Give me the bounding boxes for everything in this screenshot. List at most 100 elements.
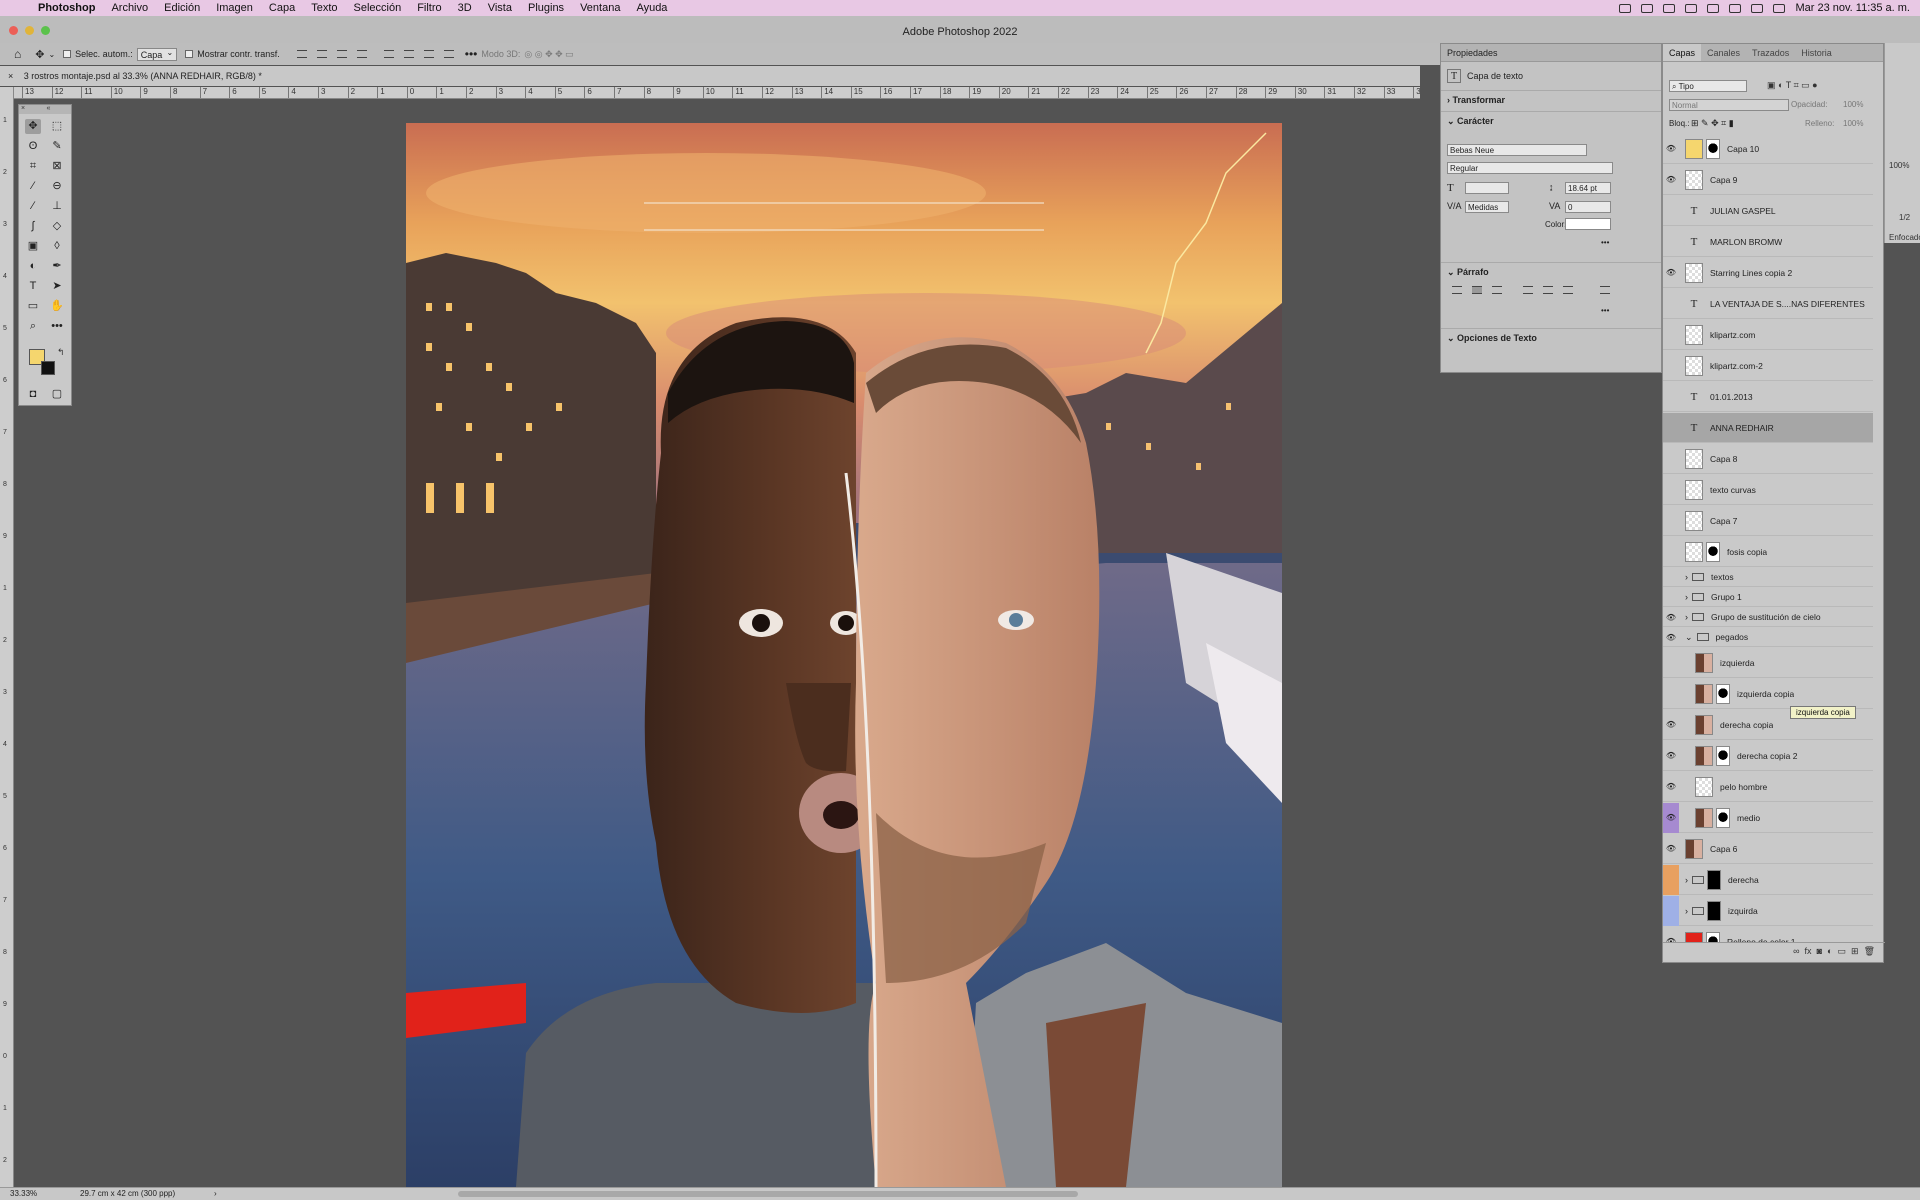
layer-filter-select[interactable]: ⌕ Tipo bbox=[1669, 80, 1747, 92]
visibility-eye-icon[interactable] bbox=[1663, 320, 1679, 350]
rectangle-tool-icon[interactable]: ▭ bbox=[25, 299, 41, 314]
more-options-icon[interactable]: ••• bbox=[465, 47, 478, 61]
auto-select-checkbox[interactable] bbox=[63, 50, 72, 58]
more-tools-icon[interactable]: ••• bbox=[49, 319, 65, 334]
gradient-tool-icon[interactable]: ▣ bbox=[25, 239, 41, 254]
group-toggle-icon[interactable]: › bbox=[1685, 592, 1688, 602]
wifi-icon[interactable] bbox=[1729, 3, 1742, 13]
character-section[interactable]: ⌄ Carácter bbox=[1441, 111, 1661, 131]
paragraph-align-right-icon[interactable] bbox=[1492, 286, 1502, 294]
control-center-icon[interactable] bbox=[1773, 3, 1786, 13]
cloud-icon[interactable] bbox=[1663, 3, 1676, 13]
layer-row[interactable]: › textos bbox=[1663, 568, 1873, 587]
menu-filtro[interactable]: Filtro bbox=[409, 2, 449, 14]
justify-center-icon[interactable] bbox=[1543, 286, 1553, 294]
layer-thumbnail[interactable] bbox=[1695, 776, 1713, 797]
layer-mask-thumbnail[interactable] bbox=[1706, 138, 1720, 159]
orbit-3d-icon[interactable]: ◎ ◎ ✥ ✥ ▭ bbox=[524, 49, 573, 60]
layer-row[interactable]: 👁 medio bbox=[1663, 802, 1873, 833]
menu-vista[interactable]: Vista bbox=[480, 2, 520, 14]
document-tab[interactable]: × 3 rostros montaje.psd al 33.3% (ANNA R… bbox=[0, 66, 1420, 86]
visibility-eye-icon[interactable] bbox=[1663, 537, 1679, 567]
group-toggle-icon[interactable]: › bbox=[1685, 906, 1688, 916]
align-left-icon[interactable] bbox=[296, 50, 307, 58]
visibility-eye-icon[interactable] bbox=[1663, 568, 1679, 587]
text-color-swatch[interactable] bbox=[1565, 218, 1611, 230]
group-toggle-icon[interactable]: ⌄ bbox=[1685, 632, 1693, 643]
font-family-select[interactable]: Bebas Neue bbox=[1447, 144, 1587, 156]
leading-field[interactable]: 18.64 pt bbox=[1565, 182, 1611, 194]
new-layer-icon[interactable]: ⊞ bbox=[1851, 946, 1859, 956]
layer-thumbnail[interactable] bbox=[1685, 324, 1703, 345]
visibility-eye-icon[interactable] bbox=[1663, 648, 1679, 678]
visibility-eye-icon[interactable]: 👁 bbox=[1663, 834, 1679, 864]
visibility-eye-icon[interactable] bbox=[1663, 196, 1679, 226]
visibility-eye-icon[interactable] bbox=[1663, 351, 1679, 381]
quick-select-tool-icon[interactable]: ✎ bbox=[49, 139, 65, 154]
chevron-down-icon[interactable]: ⌄ bbox=[48, 50, 55, 59]
stub-fraction[interactable]: 1/2 bbox=[1899, 213, 1910, 222]
layer-row[interactable]: 👁 Relleno de color 1 bbox=[1663, 927, 1873, 942]
visibility-eye-icon[interactable] bbox=[1663, 895, 1679, 926]
tab-trazados[interactable]: Trazados bbox=[1746, 44, 1795, 61]
menu-seleccion[interactable]: Selección bbox=[346, 2, 410, 14]
layer-row[interactable]: texto curvas bbox=[1663, 475, 1873, 505]
layer-row[interactable]: › izquirda bbox=[1663, 895, 1873, 926]
layer-mask-thumbnail[interactable] bbox=[1706, 931, 1720, 942]
layer-row[interactable]: klipartz.com-2 bbox=[1663, 351, 1873, 381]
quick-mask-icon[interactable]: ◘ bbox=[25, 387, 41, 402]
layer-row[interactable]: › derecha bbox=[1663, 864, 1873, 895]
layer-row[interactable]: 👁 Capa 6 bbox=[1663, 834, 1873, 864]
move-tool-icon[interactable]: ✥ bbox=[25, 119, 41, 134]
group-toggle-icon[interactable]: › bbox=[1685, 572, 1688, 582]
menu-capa[interactable]: Capa bbox=[261, 2, 303, 14]
align-middle-icon[interactable] bbox=[403, 50, 414, 58]
layer-thumbnail[interactable] bbox=[1695, 807, 1713, 828]
visibility-eye-icon[interactable]: 👁 bbox=[1663, 608, 1679, 627]
layer-row[interactable]: T 01.01.2013 bbox=[1663, 382, 1873, 412]
menu-imagen[interactable]: Imagen bbox=[208, 2, 261, 14]
layer-row[interactable]: izquierda bbox=[1663, 648, 1873, 678]
stub-zoom[interactable]: 100% bbox=[1889, 161, 1909, 170]
visibility-eye-icon[interactable] bbox=[1663, 864, 1679, 895]
layer-row[interactable]: 👁 pelo hombre bbox=[1663, 772, 1873, 802]
zoom-level[interactable]: 33.33% bbox=[10, 1188, 37, 1200]
layer-thumbnail[interactable] bbox=[1695, 714, 1713, 735]
layer-row[interactable]: › Grupo 1 bbox=[1663, 588, 1873, 607]
visibility-eye-icon[interactable]: 👁 bbox=[1663, 710, 1679, 740]
layer-thumbnail[interactable] bbox=[1695, 683, 1713, 704]
lasso-tool-icon[interactable]: ʘ bbox=[25, 139, 41, 154]
menu-ventana[interactable]: Ventana bbox=[572, 2, 628, 14]
font-style-select[interactable]: Regular bbox=[1447, 162, 1613, 174]
layer-filter-icons[interactable]: ▣ ◐ T ⌗ ▭ ● bbox=[1767, 80, 1818, 91]
group-toggle-icon[interactable]: › bbox=[1685, 875, 1688, 885]
properties-tab[interactable]: Propiedades bbox=[1441, 44, 1661, 62]
stamp-tool-icon[interactable]: ⊥ bbox=[49, 199, 65, 214]
justify-all-icon[interactable] bbox=[1600, 286, 1610, 294]
menu-ayuda[interactable]: Ayuda bbox=[628, 2, 675, 14]
background-color-swatch[interactable] bbox=[41, 361, 55, 375]
path-select-tool-icon[interactable]: ➤ bbox=[49, 279, 65, 294]
layer-row[interactable]: T ANNA REDHAIR bbox=[1663, 413, 1873, 443]
battery-icon[interactable] bbox=[1707, 3, 1720, 13]
link-layers-icon[interactable]: ∞ bbox=[1793, 946, 1799, 956]
layer-thumbnail[interactable] bbox=[1685, 931, 1703, 942]
kerning-field[interactable]: Medidas bbox=[1465, 201, 1509, 213]
frame-tool-icon[interactable]: ⊠ bbox=[49, 159, 65, 174]
menu-plugins[interactable]: Plugins bbox=[520, 2, 572, 14]
layer-row[interactable]: 👁 Capa 9 bbox=[1663, 165, 1873, 195]
align-right-icon[interactable] bbox=[336, 50, 347, 58]
visibility-eye-icon[interactable]: 👁 bbox=[1663, 741, 1679, 771]
layer-row[interactable]: 👁 › Grupo de sustitución de cielo bbox=[1663, 608, 1873, 627]
align-top-icon[interactable] bbox=[383, 50, 394, 58]
creative-cloud-icon[interactable] bbox=[1619, 3, 1632, 13]
stub-sharpen[interactable]: Enfocado bbox=[1889, 233, 1920, 242]
hand-tool-icon[interactable]: ✋ bbox=[49, 299, 65, 314]
horizontal-ruler[interactable]: 13 12 11 10 9 8 7 6 5 4 3 2 1 0 1 2 3 4 5 6 7 8 9 10 11 12 13 14 15 1… bbox=[14, 87, 1420, 99]
layer-thumbnail[interactable] bbox=[1685, 838, 1703, 859]
auto-select-dropdown[interactable]: Capa bbox=[136, 47, 178, 61]
layer-row[interactable]: 👁 Capa 10 bbox=[1663, 134, 1873, 164]
menu-edicion[interactable]: Edición bbox=[156, 2, 208, 14]
layer-row[interactable]: Capa 7 bbox=[1663, 506, 1873, 536]
text-options-section[interactable]: ⌄ Opciones de Texto bbox=[1441, 328, 1661, 348]
